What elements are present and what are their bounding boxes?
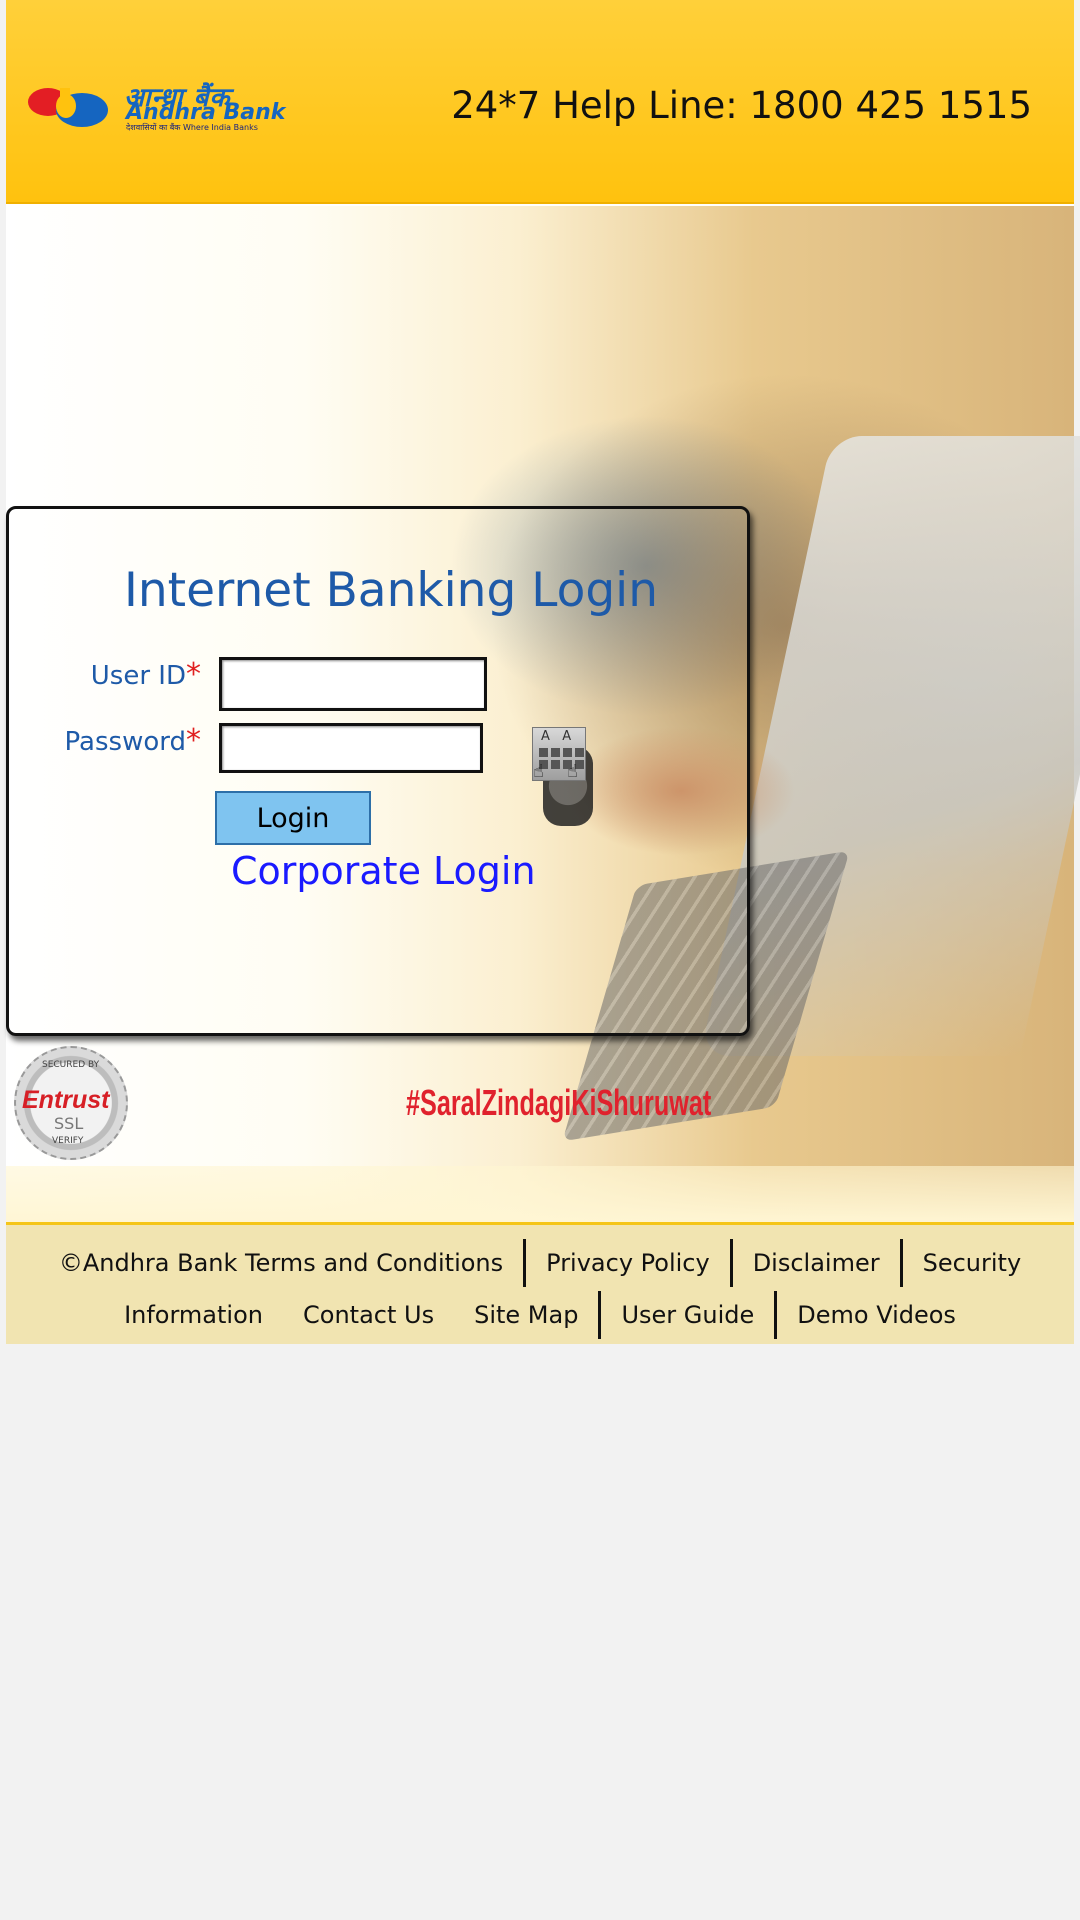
user-id-input[interactable] <box>219 657 487 711</box>
pointer-hand-icon: ☝ <box>533 761 544 782</box>
hero-background-image: Internet Banking Login User ID* Password… <box>6 206 1080 1224</box>
hero-fade <box>6 1166 1074 1224</box>
password-label: Password* <box>65 723 201 758</box>
header: आन्ध्रा बैंक Andhra Bank देशवासियों का ब… <box>6 0 1074 204</box>
pointer-hand-icon: ☝ <box>567 761 578 782</box>
footer-row: Information Contact Us Site Map User Gui… <box>6 1291 1074 1339</box>
seal-brand-text: Entrust <box>22 1086 110 1114</box>
page: आन्ध्रा बैंक Andhra Bank देशवासियों का ब… <box>6 0 1080 1344</box>
seal-bottom-text: VERIFY <box>52 1136 84 1146</box>
footer-row: ©Andhra Bank Terms and Conditions Privac… <box>6 1239 1074 1287</box>
corporate-login-link[interactable]: Corporate Login <box>231 849 536 893</box>
user-id-label-text: User ID <box>90 661 186 691</box>
login-button[interactable]: Login <box>215 791 371 845</box>
footer-link-security[interactable]: Security <box>903 1249 1042 1277</box>
footer-link-demo-videos[interactable]: Demo Videos <box>777 1301 976 1329</box>
footer-link-user-guide[interactable]: User Guide <box>601 1301 774 1329</box>
footer: ©Andhra Bank Terms and Conditions Privac… <box>6 1222 1074 1344</box>
andhra-bank-logo-mark-icon <box>28 88 108 127</box>
password-label-text: Password <box>64 727 186 757</box>
user-id-label: User ID* <box>91 657 201 692</box>
login-title: Internet Banking Login <box>124 563 659 618</box>
footer-link-terms[interactable]: ©Andhra Bank Terms and Conditions <box>39 1249 523 1277</box>
footer-link-privacy[interactable]: Privacy Policy <box>526 1249 730 1277</box>
footer-link-contact[interactable]: Contact Us <box>283 1301 454 1329</box>
andhra-bank-logo[interactable]: आन्ध्रा बैंक Andhra Bank देशवासियों का ब… <box>26 76 298 132</box>
footer-link-disclaimer[interactable]: Disclaimer <box>733 1249 900 1277</box>
password-input[interactable] <box>219 723 483 773</box>
virtual-keyboard-icon[interactable]: AA ☝ ☝ <box>532 727 586 782</box>
entrust-ssl-seal[interactable]: SECURED BY Entrust SSL VERIFY <box>14 1046 128 1160</box>
login-panel: Internet Banking Login User ID* Password… <box>6 506 750 1036</box>
campaign-hashtag: #SaralZindagiKiShuruwat <box>406 1082 712 1123</box>
seal-top-text: SECURED BY <box>42 1060 100 1070</box>
required-asterisk: * <box>186 723 201 758</box>
required-asterisk: * <box>186 657 201 692</box>
footer-link-security-information[interactable]: Information <box>104 1301 283 1329</box>
helpline-text: 24*7 Help Line: 1800 425 1515 <box>451 84 1032 127</box>
footer-link-sitemap[interactable]: Site Map <box>454 1301 598 1329</box>
seal-ssl-text: SSL <box>54 1114 84 1133</box>
logo-tagline: देशवासियों का बैंक Where India Banks <box>126 123 258 132</box>
